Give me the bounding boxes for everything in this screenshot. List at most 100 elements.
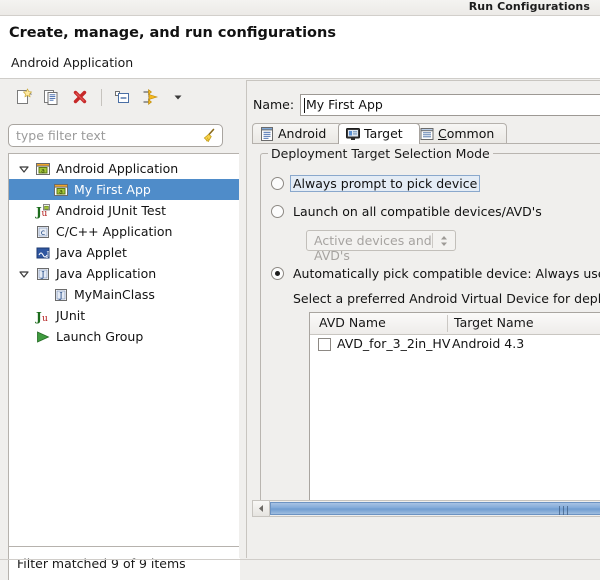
deployment-target-groupbox: Deployment Target Selection Mode Always … — [260, 153, 600, 508]
tree-item-android-junit-test[interactable]: J u Android JUnit Test — [9, 200, 240, 221]
page-title: Create, manage, and run configurations — [9, 25, 336, 41]
radio-auto-pick[interactable] — [271, 267, 284, 280]
filter-icon — [141, 88, 159, 106]
new-configuration-button[interactable] — [12, 85, 36, 109]
run-configurations-dialog: Run Configurations Create, manage, and r… — [0, 0, 600, 580]
radio-always-prompt-label[interactable]: Always prompt to pick device — [290, 175, 480, 192]
dialog-header: Create, manage, and run configurations A… — [0, 16, 600, 79]
text-caret — [304, 98, 305, 113]
configuration-tabs: Android Target — [252, 123, 600, 144]
tree-item-label: JUnit — [56, 305, 85, 326]
tree-item-java-applet[interactable]: J Java Applet — [9, 242, 240, 263]
svg-text:J: J — [58, 291, 62, 300]
tree-item-label: Android Application — [56, 158, 178, 179]
avd-table-row[interactable]: AVD_for_3_2in_HV Android 4.3 — [310, 335, 600, 356]
scrollbar-grip-icon: ||| — [558, 506, 570, 516]
android-tab-icon — [259, 126, 275, 142]
active-devices-combo: Active devices and AVD's — [306, 230, 456, 251]
configuration-editor-panel: Name: My First App Android — [246, 80, 600, 558]
radio-selected-dot — [275, 271, 280, 276]
avd-hint-label: Select a preferred Android Virtual Devic… — [293, 291, 600, 306]
name-label: Name: — [253, 97, 294, 112]
chevron-down-icon — [172, 91, 184, 103]
svg-text:a: a — [59, 188, 63, 195]
twisty-expanded-icon[interactable] — [19, 164, 29, 174]
filter-placeholder: type filter text — [16, 128, 106, 143]
collapse-all-button[interactable] — [110, 85, 134, 109]
toolbar-separator — [101, 89, 102, 106]
active-devices-combo-value: Active devices and AVD's — [314, 233, 455, 263]
tree-item-label: Java Applet — [56, 242, 127, 263]
delete-icon — [71, 88, 89, 106]
filter-configurations-button[interactable] — [138, 85, 162, 109]
tree-item-launch-group[interactable]: Launch Group — [9, 326, 240, 347]
tree-item-junit[interactable]: J u JUnit — [9, 305, 240, 326]
tree-item-c-cpp-application[interactable]: c C/C++ Application — [9, 221, 240, 242]
tree-item-android-application[interactable]: a Android Application — [9, 158, 240, 179]
tab-label: Target — [364, 126, 403, 141]
tab-label-rest: ommon — [447, 126, 495, 141]
target-tab-icon — [345, 126, 361, 142]
window-titlebar: Run Configurations — [0, 0, 600, 16]
collapse-all-icon — [113, 88, 131, 106]
view-menu-button[interactable] — [166, 85, 190, 109]
name-input[interactable]: My First App — [300, 94, 600, 116]
tree-item-my-first-app[interactable]: a My First App — [9, 179, 240, 200]
radio-launch-all-label: Launch on all compatible devices/AVD's — [293, 204, 542, 219]
avd-table[interactable]: AVD Name Target Name AVD_for_3_2in_HV An… — [309, 312, 600, 502]
avd-row-checkbox[interactable] — [318, 338, 331, 351]
window-title: Run Configurations — [469, 0, 590, 14]
tab-target[interactable]: Target — [338, 123, 420, 144]
tab-mnemonic: C — [438, 126, 447, 141]
tab-common[interactable]: Common — [412, 123, 507, 144]
avd-row-name: AVD_for_3_2in_HV — [337, 336, 450, 351]
svg-text:u: u — [42, 314, 48, 324]
tree-item-mymainclass[interactable]: J MyMainClass — [9, 284, 240, 305]
android-junit-icon: J u — [35, 203, 51, 219]
common-tab-icon — [419, 126, 435, 142]
target-tab-body: Deployment Target Selection Mode Always … — [252, 143, 600, 521]
name-input-value: My First App — [306, 97, 383, 112]
junit-icon: J u — [35, 308, 51, 324]
avd-column-header-target[interactable]: Target Name — [454, 315, 534, 330]
tree-item-label: Java Application — [56, 263, 156, 284]
svg-text:J: J — [40, 270, 44, 279]
java-application-icon: J — [35, 266, 51, 282]
tree-item-label: Android JUnit Test — [56, 200, 166, 221]
tree-item-label: My First App — [74, 179, 151, 200]
scroll-left-button[interactable] — [253, 501, 270, 516]
java-application-icon: J — [53, 287, 69, 303]
duplicate-configuration-button[interactable] — [40, 85, 64, 109]
tree-item-label: C/C++ Application — [56, 221, 172, 242]
chevron-left-icon — [258, 504, 265, 513]
twisty-expanded-icon[interactable] — [19, 269, 29, 279]
filter-input-wrapper[interactable]: type filter text — [8, 124, 223, 147]
configurations-tree[interactable]: a Android Application a My First App — [8, 153, 240, 580]
tree-item-label: MyMainClass — [74, 284, 155, 305]
dialog-bottom-divider — [0, 559, 600, 560]
avd-row-target: Android 4.3 — [452, 336, 524, 351]
c-cpp-application-icon: c — [35, 224, 51, 240]
svg-text:u: u — [42, 209, 48, 219]
horizontal-scrollbar[interactable]: ||| — [252, 500, 600, 517]
radio-launch-all[interactable] — [271, 205, 284, 218]
svg-text:J: J — [35, 310, 42, 324]
radio-always-prompt[interactable] — [271, 177, 284, 190]
tree-item-java-application[interactable]: J Java Application — [9, 263, 240, 284]
duplicate-configuration-icon — [43, 88, 61, 106]
scrollbar-thumb[interactable]: ||| — [270, 502, 600, 515]
radio-auto-pick-label: Automatically pick compatible device: Al… — [293, 266, 600, 281]
configurations-panel: type filter text — [0, 80, 234, 558]
tab-android[interactable]: Android — [252, 123, 342, 144]
svg-text:J: J — [46, 251, 50, 259]
android-application-icon: a — [53, 182, 69, 198]
panel-sash[interactable] — [239, 80, 244, 558]
groupbox-title: Deployment Target Selection Mode — [268, 146, 493, 161]
svg-text:c: c — [41, 228, 45, 237]
combo-divider — [432, 233, 433, 248]
avd-column-header-name[interactable]: AVD Name — [319, 315, 386, 330]
broom-icon[interactable] — [200, 127, 218, 145]
svg-text:a: a — [41, 167, 45, 174]
column-divider[interactable] — [447, 315, 448, 332]
delete-configuration-button[interactable] — [68, 85, 92, 109]
